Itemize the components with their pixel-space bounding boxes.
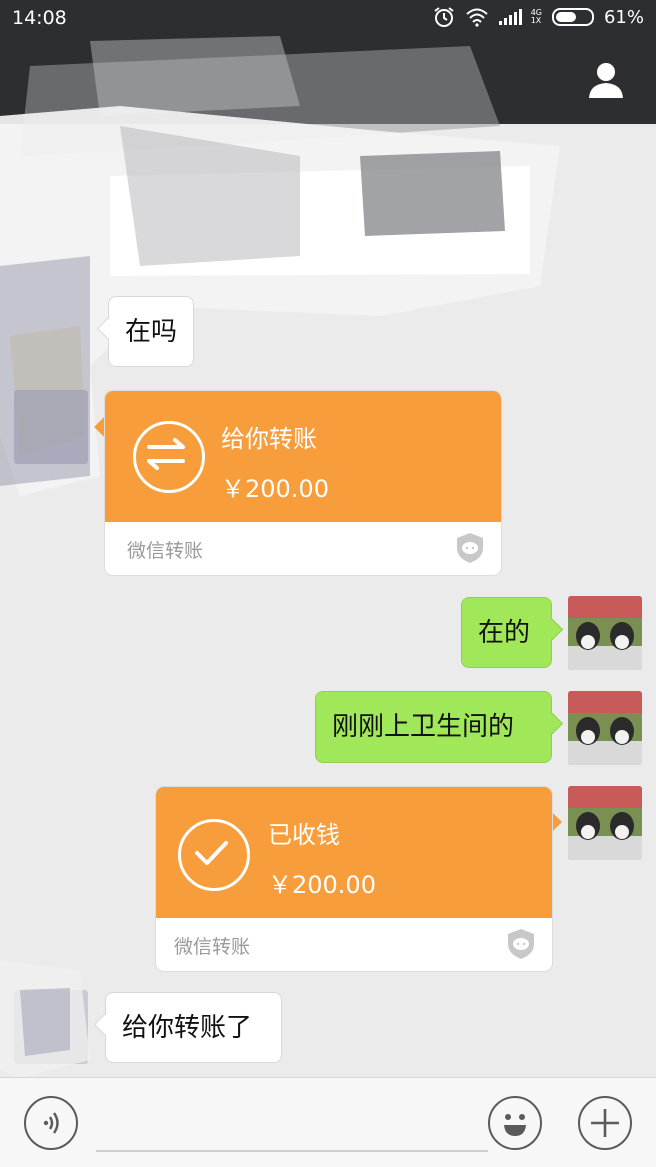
message-bubble-outgoing[interactable]: 刚刚上卫生间的 (315, 691, 552, 763)
alarm-icon (434, 7, 454, 27)
status-time: 14:08 (12, 7, 67, 29)
battery-percent: 61% (603, 6, 644, 28)
avatar[interactable] (14, 390, 88, 464)
emoji-icon (504, 1114, 526, 1136)
message-text: 在的 (478, 617, 531, 648)
status-bar: 14:08 4G 1X 61% (0, 0, 656, 36)
transfer-amount: ￥200.00 (268, 871, 376, 899)
battery-icon (551, 8, 594, 26)
input-bar (0, 1077, 656, 1167)
avatar-self[interactable] (568, 596, 642, 670)
transfer-card-header: 已收钱 ￥200.00 (156, 787, 552, 918)
transfer-card-header: 给你转账 ￥200.00 (105, 391, 501, 522)
message-input[interactable] (96, 1150, 488, 1152)
checkmark-icon (178, 819, 250, 891)
message-bubble-outgoing[interactable]: 在的 (461, 597, 552, 668)
battery-fill (555, 12, 576, 22)
transfer-amount: ￥200.00 (221, 475, 329, 503)
transfer-arrows-icon (133, 421, 205, 493)
transfer-card-incoming[interactable]: 给你转账 ￥200.00 微信转账 (105, 391, 501, 575)
transfer-card-received[interactable]: 已收钱 ￥200.00 微信转账 (156, 787, 552, 971)
shield-icon (508, 929, 534, 959)
network-type: 4G 1X (531, 9, 542, 25)
transfer-title: 给你转账 (221, 425, 317, 453)
voice-icon (43, 1112, 59, 1134)
shield-icon (457, 533, 483, 563)
plus-icon (591, 1109, 619, 1137)
network-type-bottom: 1X (530, 16, 542, 25)
more-button[interactable] (578, 1096, 632, 1150)
transfer-title: 已收钱 (268, 821, 340, 849)
transfer-footer-label: 微信转账 (127, 540, 204, 562)
voice-button[interactable] (24, 1096, 78, 1150)
avatar-self[interactable] (568, 691, 642, 765)
transfer-footer-label: 微信转账 (174, 936, 251, 958)
message-bubble-incoming[interactable]: 给你转账了 (105, 992, 282, 1063)
status-icons: 4G 1X 61% (433, 6, 644, 28)
wifi-icon (466, 8, 488, 27)
message-text: 在吗 (125, 316, 178, 347)
emoji-button[interactable] (488, 1096, 542, 1150)
avatar-self[interactable] (568, 786, 642, 860)
message-text: 刚刚上卫生间的 (332, 712, 515, 742)
message-text: 给你转账了 (122, 1012, 253, 1043)
signal-icon (498, 9, 522, 25)
transfer-card-footer: 微信转账 (156, 918, 552, 971)
message-bubble-incoming[interactable]: 在吗 (108, 296, 194, 367)
transfer-card-footer: 微信转账 (105, 522, 501, 575)
redaction-scribble (0, 960, 90, 1078)
